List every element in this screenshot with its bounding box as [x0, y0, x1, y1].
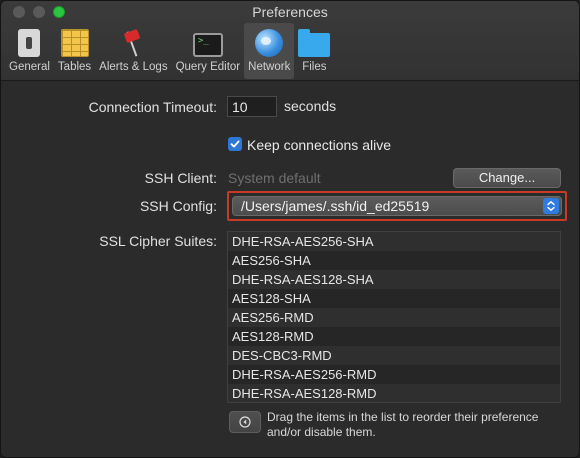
window-title: Preferences — [252, 4, 328, 20]
ssl-cipher-list[interactable]: DHE-RSA-AES256-SHA AES256-SHA DHE-RSA-AE… — [227, 231, 561, 403]
back-arrow-icon — [239, 416, 251, 428]
terminal-icon — [192, 33, 223, 57]
list-item[interactable]: AES256-SHA — [228, 251, 560, 270]
tab-files-label: Files — [302, 61, 327, 73]
tab-query-editor[interactable]: Query Editor — [172, 23, 245, 79]
globe-icon — [255, 29, 284, 57]
tab-tables[interactable]: Tables — [54, 23, 95, 79]
list-item[interactable]: AES128-RMD — [228, 327, 560, 346]
tab-general[interactable]: General — [5, 23, 54, 79]
keep-alive-checkbox[interactable] — [228, 137, 242, 151]
list-item[interactable]: AES256-RMD — [228, 308, 560, 327]
cipher-help-text: Drag the items in the list to reorder th… — [267, 410, 539, 439]
ssh-config-select[interactable]: /Users/james/.ssh/id_ed25519 — [232, 196, 562, 216]
tab-network-label: Network — [248, 61, 291, 73]
list-item[interactable]: DHE-RSA-AES128-RMD — [228, 384, 560, 402]
ssl-cipher-suites-label: SSL Cipher Suites: — [99, 233, 217, 249]
tab-tables-label: Tables — [57, 61, 92, 73]
folder-icon — [298, 29, 331, 57]
tab-alerts-logs-label: Alerts & Logs — [99, 61, 168, 73]
general-switch-icon — [18, 29, 41, 57]
list-item[interactable]: DES-CBC3-RMD — [228, 346, 560, 365]
list-item[interactable]: DHE-RSA-AES256-SHA — [228, 232, 560, 251]
titlebar: Preferences General Tables Alerts & Logs… — [1, 1, 579, 81]
list-item[interactable]: DHE-RSA-AES128-SHA — [228, 270, 560, 289]
tab-general-label: General — [9, 61, 50, 73]
list-item[interactable]: AES128-SHA — [228, 289, 560, 308]
alerts-flag-icon — [119, 29, 147, 57]
ssh-config-highlight: /Users/james/.ssh/id_ed25519 — [227, 191, 567, 221]
ssh-config-label: SSH Config: — [139, 198, 217, 214]
ssh-client-value: System default — [228, 170, 321, 186]
connection-timeout-label: Connection Timeout: — [88, 99, 217, 115]
ssh-config-value: /Users/james/.ssh/id_ed25519 — [241, 198, 430, 214]
reset-cipher-order-button[interactable] — [229, 411, 261, 433]
network-pane: Connection Timeout: seconds Keep connect… — [1, 81, 579, 457]
change-ssh-client-button[interactable]: Change... — [453, 168, 561, 188]
tab-files[interactable]: Files — [294, 23, 334, 79]
connection-timeout-input[interactable] — [227, 96, 277, 117]
tab-network[interactable]: Network — [244, 23, 295, 79]
timeout-unit-label: seconds — [284, 98, 337, 114]
checkmark-icon — [230, 140, 240, 148]
tables-icon — [60, 29, 89, 57]
preferences-window: Preferences General Tables Alerts & Logs… — [0, 0, 580, 458]
tab-alerts-logs[interactable]: Alerts & Logs — [95, 23, 171, 79]
updown-chevron-icon — [543, 198, 559, 214]
ssh-client-label: SSH Client: — [144, 170, 217, 186]
list-item[interactable]: DHE-RSA-AES256-RMD — [228, 365, 560, 384]
preferences-toolbar: General Tables Alerts & Logs Query Edito… — [5, 23, 334, 79]
keep-alive-label[interactable]: Keep connections alive — [247, 137, 391, 153]
tab-query-editor-label: Query Editor — [175, 61, 241, 73]
